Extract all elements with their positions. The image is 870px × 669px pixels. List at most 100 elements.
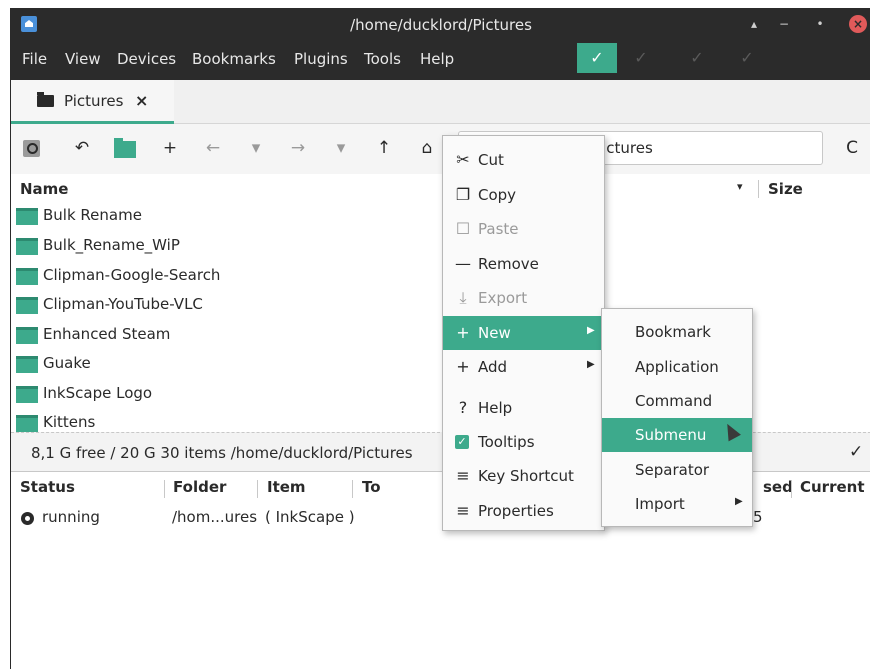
jobs-header-item[interactable]: Item [267, 478, 306, 496]
menu-item-key-shortcut[interactable]: ≡ Key Shortcut [443, 459, 604, 493]
forward-arrow-icon[interactable]: → [286, 136, 310, 160]
sort-dropdown-icon[interactable]: ▾ [737, 180, 743, 193]
check-icon[interactable]: ✓ [849, 442, 863, 462]
list-item[interactable]: Bulk Rename [16, 202, 436, 231]
undo-icon[interactable]: ↶ [70, 136, 94, 160]
column-divider [257, 480, 258, 498]
menu-tools[interactable]: Tools [364, 50, 401, 68]
back-arrow-icon[interactable]: ← [201, 136, 225, 160]
mouse-cursor-icon [721, 420, 741, 442]
submenu-item-application[interactable]: Application [602, 350, 752, 384]
file-name: Clipman-Google-Search [43, 266, 221, 284]
menu-item-label: Tooltips [478, 433, 535, 451]
submenu-arrow-icon: ▶ [735, 496, 743, 507]
list-item[interactable]: Enhanced Steam [16, 321, 436, 350]
refresh-icon[interactable]: C [840, 136, 864, 160]
submenu-item-command[interactable]: Command [602, 384, 752, 418]
menu-devices[interactable]: Devices [117, 50, 176, 68]
check-toggle-1[interactable]: ✓ [577, 43, 617, 73]
minimize-icon[interactable]: − [774, 14, 794, 34]
folder-icon [16, 327, 38, 344]
menu-plugins[interactable]: Plugins [294, 50, 348, 68]
folder-icon [16, 208, 38, 225]
restore-icon[interactable]: • [810, 14, 830, 34]
new-tab-icon[interactable]: + [158, 136, 182, 160]
search-icon[interactable] [23, 140, 40, 157]
menu-item-label: Paste [478, 220, 519, 238]
menu-bar: File View Devices Bookmarks Plugins Tool… [11, 40, 870, 80]
menu-item-label: Separator [635, 461, 710, 479]
folder-icon [16, 297, 38, 314]
back-dropdown-icon[interactable]: ▾ [244, 136, 268, 160]
menu-item-label: Help [478, 399, 513, 417]
jobs-header-to[interactable]: To [362, 478, 381, 496]
list-item[interactable]: Bulk_Rename_WiP [16, 232, 436, 261]
up-arrow-icon[interactable]: ↑ [372, 136, 396, 160]
status-text: 8,1 G free / 20 G 30 items /home/ducklor… [31, 444, 413, 462]
folder-icon [16, 386, 38, 403]
jobs-header-folder[interactable]: Folder [173, 478, 226, 496]
menu-item-paste[interactable]: ☐ Paste [443, 212, 604, 246]
export-icon: ⤓ [459, 288, 467, 307]
menu-item-copy[interactable]: ❐ Copy [443, 178, 604, 212]
menu-item-cut[interactable]: ✂ Cut [443, 143, 604, 177]
folder-icon [16, 238, 38, 255]
check-toggle-4[interactable]: ✓ [727, 43, 767, 73]
menu-item-label: Add [478, 358, 508, 376]
column-divider [164, 480, 165, 498]
check-toggle-3[interactable]: ✓ [677, 43, 717, 73]
tab-close-icon[interactable]: × [135, 91, 148, 110]
menu-item-tooltips[interactable]: ✓ Tooltips [443, 425, 604, 459]
job-folder: /hom...ures [172, 508, 258, 526]
menu-item-label: Remove [478, 255, 539, 273]
tab-pictures[interactable]: Pictures × [11, 80, 174, 124]
list-icon: ≡ [456, 501, 470, 520]
list-item[interactable]: Guake [16, 350, 436, 379]
folder-icon[interactable] [114, 138, 136, 158]
column-size-header[interactable]: Size [768, 180, 803, 198]
menu-item-new[interactable]: + New ▶ [443, 316, 604, 350]
menu-view[interactable]: View [65, 50, 101, 68]
submenu-item-import[interactable]: Import ▶ [602, 487, 752, 521]
checkbox-icon[interactable]: ✓ [455, 435, 469, 449]
job-used: 5 [753, 508, 763, 526]
menu-item-label: Application [635, 358, 719, 376]
menu-item-label: Bookmark [635, 323, 711, 341]
menu-bookmarks[interactable]: Bookmarks [192, 50, 276, 68]
menu-item-add[interactable]: + Add ▶ [443, 350, 604, 384]
shade-icon[interactable]: ▴ [744, 14, 764, 34]
submenu-item-separator[interactable]: Separator [602, 453, 752, 487]
menu-item-remove[interactable]: — Remove [443, 247, 604, 281]
menu-item-properties[interactable]: ≡ Properties [443, 494, 604, 528]
menu-item-label: Command [635, 392, 713, 410]
scissors-icon: ✂ [456, 150, 470, 169]
copy-icon: ❐ [455, 185, 471, 204]
list-item[interactable]: Clipman-YouTube-VLC [16, 291, 436, 320]
plus-icon: + [456, 323, 470, 342]
submenu-arrow-icon: ▶ [587, 359, 595, 370]
list-item[interactable]: InkScape Logo [16, 380, 436, 409]
column-name-header[interactable]: Name [20, 180, 68, 198]
jobs-header-status[interactable]: Status [20, 478, 75, 496]
job-status: running [42, 508, 100, 526]
list-item[interactable]: Clipman-Google-Search [16, 262, 436, 291]
jobs-header-current[interactable]: Current [800, 478, 865, 496]
minus-icon: — [455, 254, 471, 273]
file-name: InkScape Logo [43, 384, 153, 402]
question-icon: ? [458, 398, 468, 417]
forward-dropdown-icon[interactable]: ▾ [329, 136, 353, 160]
check-toggle-2[interactable]: ✓ [621, 43, 661, 73]
submenu-item-submenu[interactable]: Submenu [602, 418, 752, 452]
menu-item-help[interactable]: ? Help [443, 391, 604, 425]
menu-help[interactable]: Help [420, 50, 454, 68]
home-icon[interactable]: ⌂ [415, 136, 439, 160]
submenu-item-bookmark[interactable]: Bookmark [602, 315, 752, 349]
list-icon: ≡ [456, 466, 470, 485]
file-name: Enhanced Steam [43, 325, 171, 343]
jobs-header-used[interactable]: sed [763, 478, 793, 496]
menu-item-export[interactable]: ⤓ Export [443, 281, 604, 315]
close-icon[interactable]: × [849, 15, 867, 33]
menu-item-label: Properties [478, 502, 554, 520]
folder-icon [37, 92, 54, 107]
menu-file[interactable]: File [22, 50, 47, 68]
